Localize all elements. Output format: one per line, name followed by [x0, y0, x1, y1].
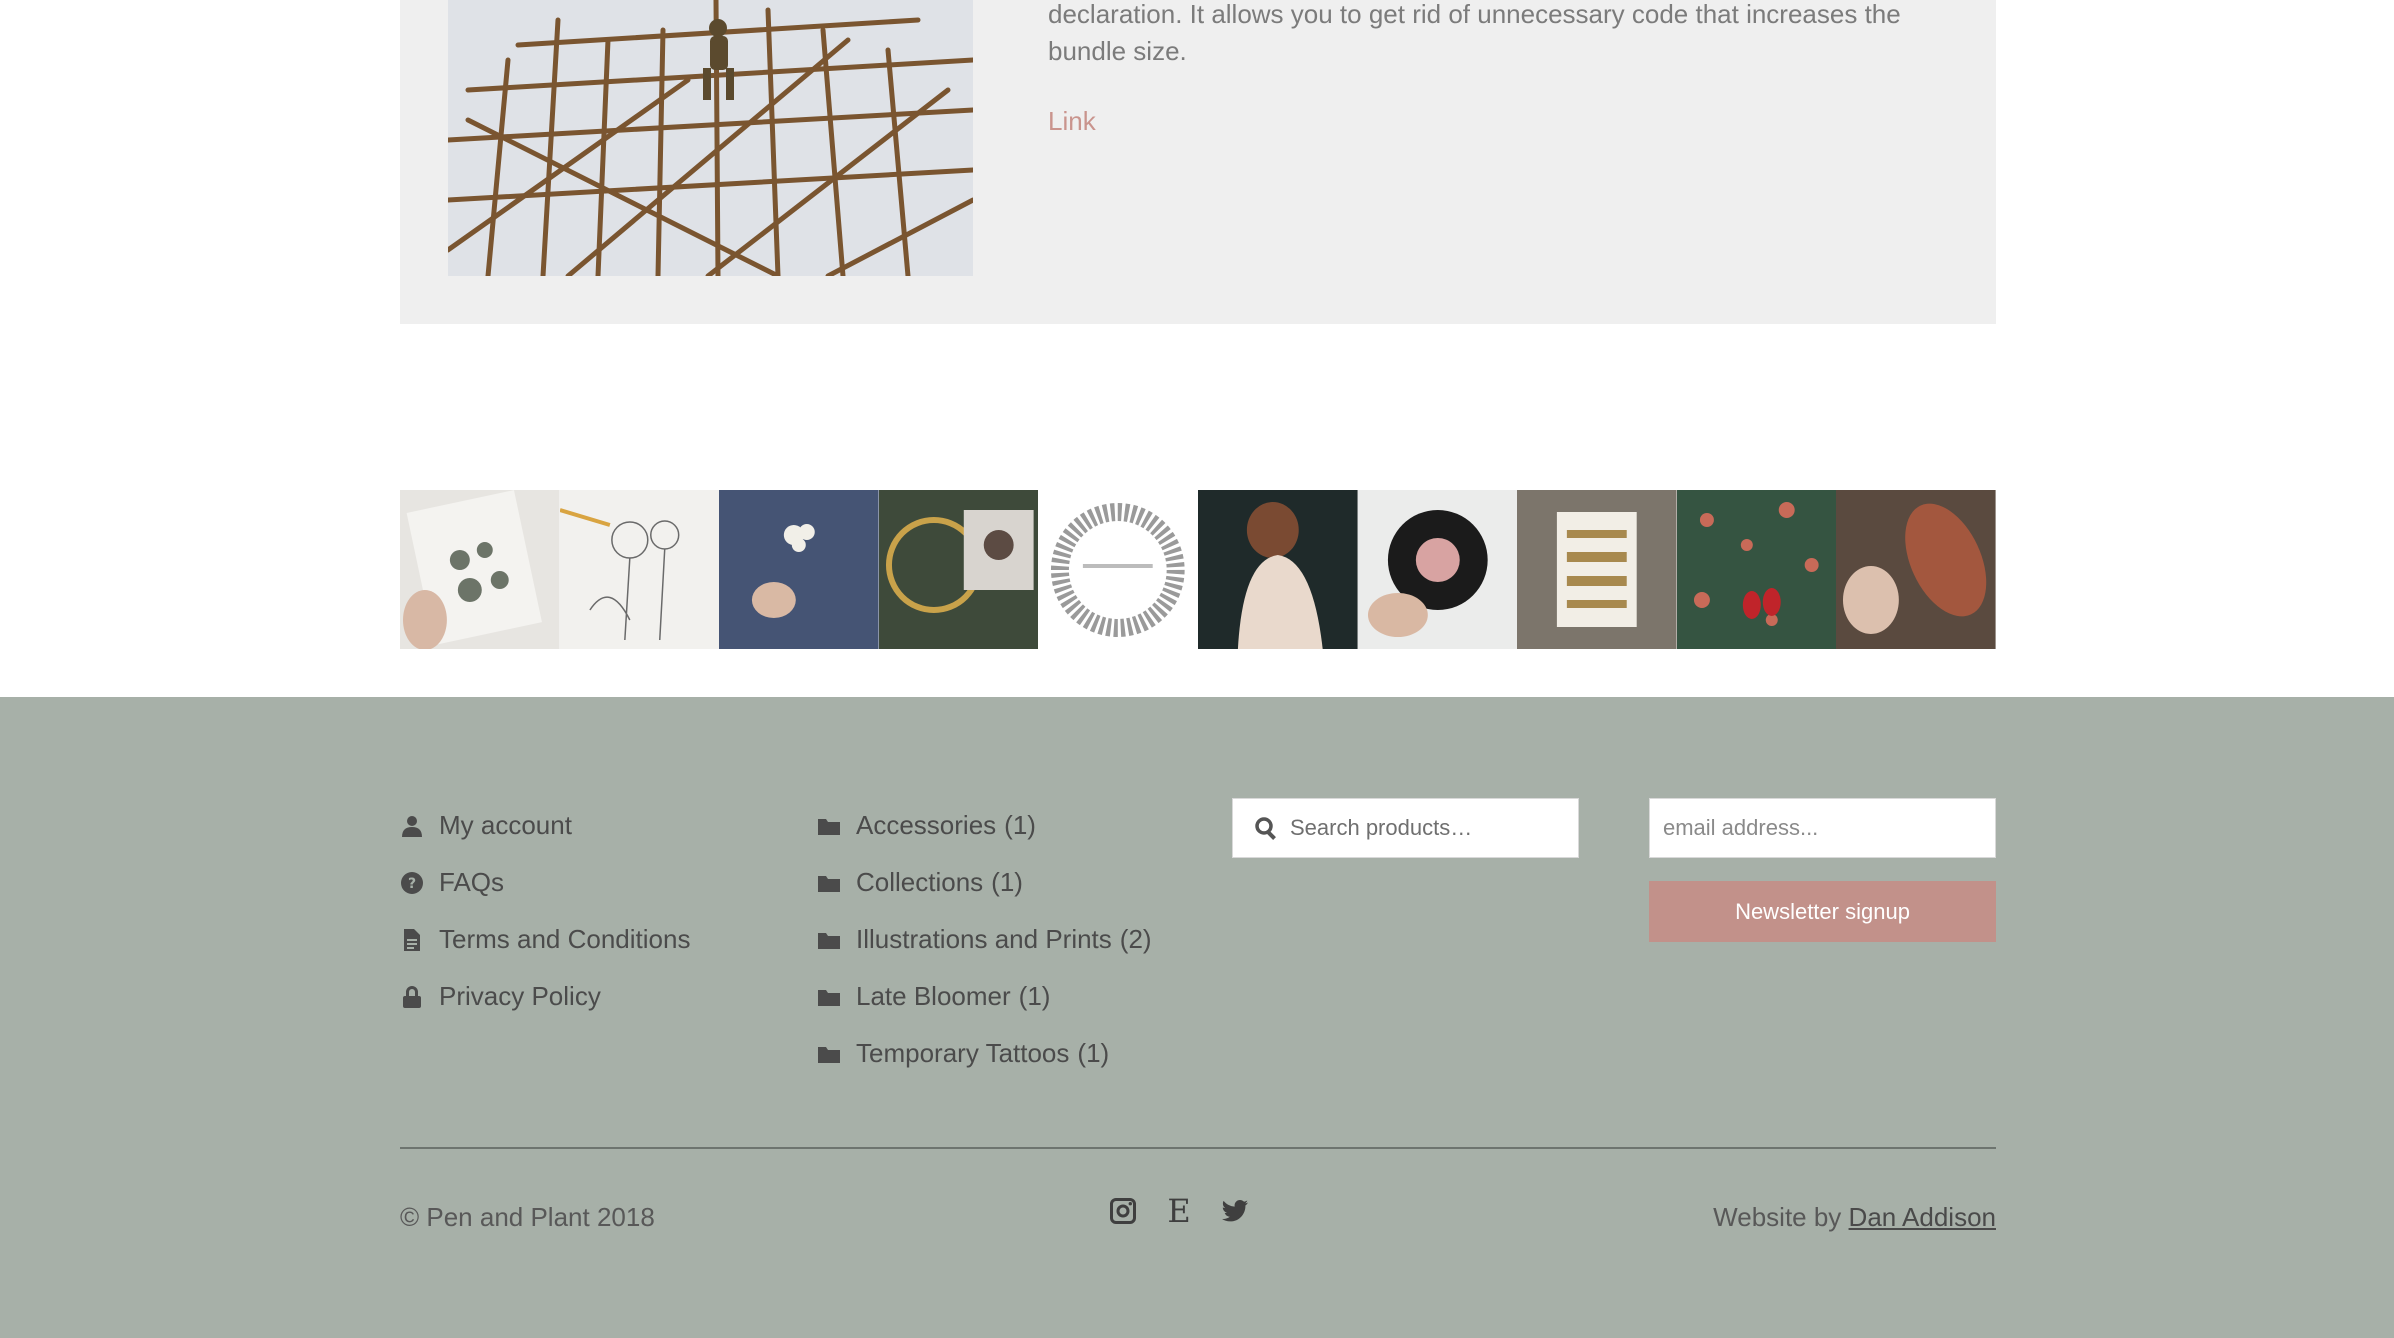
category-count: (1)	[1018, 981, 1051, 1011]
category-label: Illustrations and Prints	[856, 924, 1112, 954]
category-item-late-bloomer[interactable]: Late Bloomer (1)	[817, 968, 1152, 1025]
credit-author-link[interactable]: Dan Addison	[1849, 1202, 1996, 1232]
scaffolding-photo	[448, 0, 973, 276]
svg-text:?: ?	[408, 876, 416, 892]
email-input[interactable]	[1663, 815, 1983, 841]
category-label: Accessories	[856, 810, 997, 840]
instagram-icon[interactable]	[1108, 1196, 1138, 1226]
footer-divider	[400, 1147, 1996, 1149]
instagram-tile[interactable]	[1517, 490, 1677, 649]
instagram-tile[interactable]	[1836, 490, 1996, 649]
copyright-text: © Pen and Plant 2018	[400, 1202, 655, 1232]
menu-item-privacy[interactable]: Privacy Policy	[400, 968, 690, 1025]
instagram-tile[interactable]	[878, 490, 1039, 649]
search-input[interactable]	[1290, 815, 1570, 841]
instagram-tile[interactable]	[1357, 490, 1518, 649]
question-circle-icon: ?	[400, 871, 424, 895]
lock-icon	[400, 985, 424, 1009]
category-item-illustrations[interactable]: Illustrations and Prints (2)	[817, 911, 1152, 968]
site-footer: My account ? FAQs Terms and Conditions P…	[0, 697, 2394, 1338]
menu-item-faqs[interactable]: ? FAQs	[400, 854, 690, 911]
category-label: Late Bloomer	[856, 981, 1011, 1011]
category-count: (1)	[991, 867, 1023, 897]
card-description-text: declaration. It allows you to get rid of…	[1048, 0, 1901, 66]
category-item-collections[interactable]: Collections (1)	[817, 854, 1152, 911]
card-link[interactable]: Link	[1048, 106, 1096, 137]
menu-item-label: My account	[439, 810, 572, 840]
menu-item-label: Terms and Conditions	[439, 924, 691, 954]
folder-icon	[817, 871, 841, 895]
folder-icon	[817, 928, 841, 952]
folder-icon	[817, 985, 841, 1009]
newsletter-email-field	[1649, 798, 1996, 858]
category-label: Collections	[856, 867, 984, 897]
etsy-icon[interactable]: E	[1164, 1195, 1194, 1227]
featured-card: declaration. It allows you to get rid of…	[400, 0, 1996, 324]
credit-prefix: Website by	[1713, 1202, 1842, 1232]
category-count: (2)	[1119, 924, 1152, 954]
account-menu: My account ? FAQs Terms and Conditions P…	[400, 797, 690, 1025]
category-count: (1)	[1077, 1038, 1110, 1068]
menu-item-label: FAQs	[439, 867, 505, 897]
instagram-tile[interactable]	[400, 490, 560, 649]
instagram-tile[interactable]	[1676, 490, 1837, 649]
search-icon[interactable]	[1254, 816, 1278, 840]
twitter-icon[interactable]	[1220, 1196, 1250, 1226]
scaffolding-illustration	[448, 0, 973, 276]
category-count: (1)	[1004, 810, 1036, 840]
menu-item-label: Privacy Policy	[439, 981, 601, 1011]
folder-icon	[817, 814, 841, 838]
product-search	[1232, 798, 1579, 858]
user-icon	[400, 814, 424, 838]
menu-item-my-account[interactable]: My account	[400, 797, 690, 854]
social-links: E	[1108, 1195, 1250, 1227]
folder-icon	[817, 1042, 841, 1066]
category-item-temporary-tattoos[interactable]: Temporary Tattoos (1)	[817, 1025, 1152, 1082]
instagram-feed	[400, 490, 1996, 649]
instagram-tile[interactable]	[719, 490, 879, 649]
category-item-accessories[interactable]: Accessories (1)	[817, 797, 1152, 854]
instagram-tile[interactable]	[1038, 490, 1198, 649]
newsletter-signup-button[interactable]: Newsletter signup	[1649, 881, 1996, 942]
card-description: declaration. It allows you to get rid of…	[1048, 0, 1948, 70]
instagram-tile[interactable]	[559, 490, 720, 649]
category-menu: Accessories (1) Collections (1) Illustra…	[817, 797, 1152, 1082]
instagram-tile[interactable]	[1197, 490, 1358, 649]
menu-item-terms[interactable]: Terms and Conditions	[400, 911, 690, 968]
site-credit: Website by Dan Addison	[1713, 1202, 1996, 1233]
document-icon	[400, 928, 424, 952]
category-label: Temporary Tattoos	[856, 1038, 1070, 1068]
